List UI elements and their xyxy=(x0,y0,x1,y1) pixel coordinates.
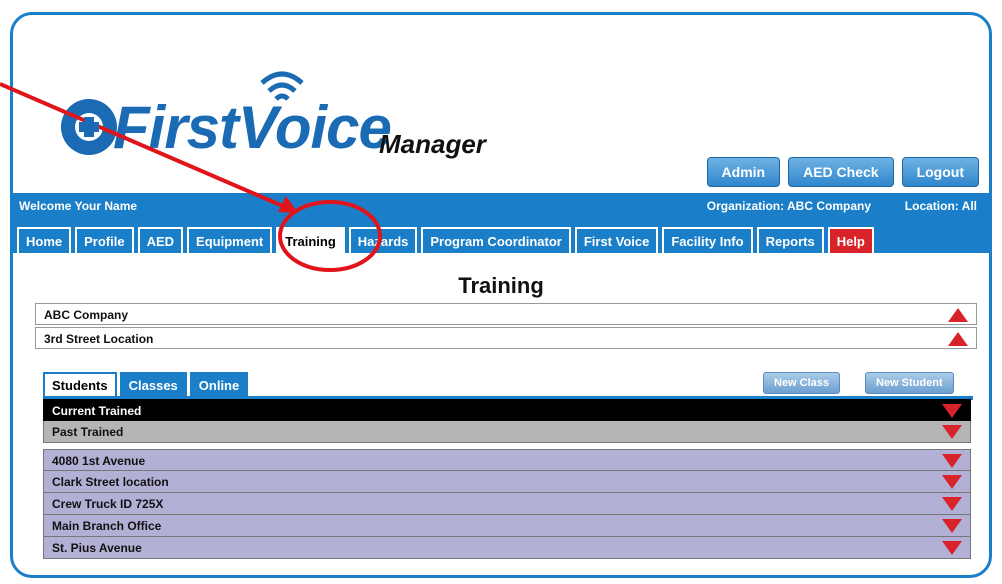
welcome-bar: Welcome Your Name Organization: ABC Comp… xyxy=(13,193,989,219)
firstvoice-logo: FirstVoice Manager xyxy=(51,59,511,169)
tab-equipment[interactable]: Equipment xyxy=(187,227,273,253)
expand-down-icon[interactable] xyxy=(942,541,962,555)
brand-suffix: Manager xyxy=(379,129,486,159)
list-item[interactable]: St. Pius Avenue xyxy=(43,537,971,559)
tab-hazards[interactable]: Hazards xyxy=(348,227,418,253)
tab-first-voice[interactable]: First Voice xyxy=(574,227,659,253)
location-label: Location: All xyxy=(904,199,977,213)
expand-down-icon[interactable] xyxy=(942,519,962,533)
sub-tabs: Students Classes Online xyxy=(43,372,249,398)
location-list: 4080 1st Avenue Clark Street location Cr… xyxy=(43,449,971,559)
tab-program-coordinator[interactable]: Program Coordinator xyxy=(421,227,571,253)
organization-label: Organization: ABC Company xyxy=(706,199,871,213)
list-item[interactable]: Clark Street location xyxy=(43,471,971,493)
medical-cross-icon xyxy=(61,99,117,155)
tab-profile[interactable]: Profile xyxy=(75,227,134,253)
expand-down-icon[interactable] xyxy=(942,497,962,511)
tab-facility-info[interactable]: Facility Info xyxy=(662,227,753,253)
tab-online[interactable]: Online xyxy=(189,372,249,398)
app-frame: FirstVoice Manager Admin AED Check Logou… xyxy=(10,12,992,578)
list-item[interactable]: Main Branch Office xyxy=(43,515,971,537)
tab-help[interactable]: Help xyxy=(827,227,874,253)
location-row[interactable]: 3rd Street Location xyxy=(35,327,977,349)
top-button-group: Admin AED Check Logout xyxy=(706,157,979,187)
brand-name: FirstVoice xyxy=(113,94,392,161)
list-item-label: Past Trained xyxy=(52,425,124,439)
list-item-label: 4080 1st Avenue xyxy=(52,454,146,468)
list-item-label: St. Pius Avenue xyxy=(52,541,142,555)
list-item[interactable]: Crew Truck ID 725X xyxy=(43,493,971,515)
tab-reports[interactable]: Reports xyxy=(756,227,824,253)
collapse-up-icon[interactable] xyxy=(948,332,968,346)
list-item-past-trained[interactable]: Past Trained xyxy=(43,421,971,443)
tab-aed[interactable]: AED xyxy=(137,227,184,253)
list-item-label: Crew Truck ID 725X xyxy=(52,497,164,511)
list-item-label: Main Branch Office xyxy=(52,519,162,533)
aed-check-button[interactable]: AED Check xyxy=(788,157,894,187)
admin-button[interactable]: Admin xyxy=(706,157,781,187)
main-nav: Home Profile AED Equipment Training Haza… xyxy=(13,219,989,253)
expand-down-icon[interactable] xyxy=(942,425,962,439)
list-item-label: Clark Street location xyxy=(52,475,169,489)
tab-students[interactable]: Students xyxy=(43,372,117,398)
tab-home[interactable]: Home xyxy=(17,227,72,253)
page-title: Training xyxy=(458,273,544,298)
list-item-current-trained[interactable]: Current Trained xyxy=(43,399,971,421)
tab-classes[interactable]: Classes xyxy=(119,372,187,398)
expand-down-icon[interactable] xyxy=(942,475,962,489)
expand-down-icon[interactable] xyxy=(942,454,962,468)
tab-training[interactable]: Training xyxy=(276,227,345,253)
logout-button[interactable]: Logout xyxy=(901,157,979,187)
trained-list: Current Trained Past Trained xyxy=(43,399,971,443)
company-row[interactable]: ABC Company xyxy=(35,303,977,325)
collapse-up-icon[interactable] xyxy=(948,308,968,322)
expand-down-icon[interactable] xyxy=(942,404,962,418)
new-class-button[interactable]: New Class xyxy=(763,372,841,394)
list-item[interactable]: 4080 1st Avenue xyxy=(43,449,971,471)
company-label: ABC Company xyxy=(44,308,129,322)
list-item-label: Current Trained xyxy=(52,404,142,418)
new-student-button[interactable]: New Student xyxy=(865,372,954,394)
location-row-label: 3rd Street Location xyxy=(44,332,154,346)
welcome-text: Welcome Your Name xyxy=(19,199,138,213)
